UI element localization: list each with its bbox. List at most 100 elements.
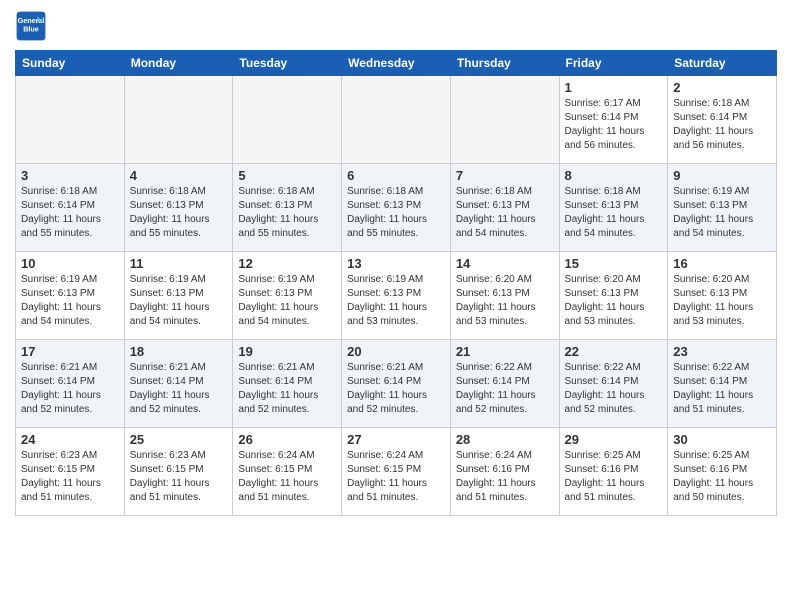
day-number: 28	[456, 432, 554, 447]
day-info: Sunrise: 6:19 AM Sunset: 6:13 PM Dayligh…	[238, 273, 336, 329]
day-info: Sunrise: 6:25 AM Sunset: 6:16 PM Dayligh…	[673, 449, 771, 505]
calendar-cell: 4 Sunrise: 6:18 AM Sunset: 6:13 PM Daylig…	[124, 164, 233, 252]
calendar-week-row: 17 Sunrise: 6:21 AM Sunset: 6:14 PM Dayli…	[16, 340, 777, 428]
day-info: Sunrise: 6:21 AM Sunset: 6:14 PM Dayligh…	[238, 361, 336, 417]
day-info: Sunrise: 6:22 AM Sunset: 6:14 PM Dayligh…	[673, 361, 771, 417]
day-info: Sunrise: 6:24 AM Sunset: 6:15 PM Dayligh…	[347, 449, 445, 505]
calendar-cell	[450, 76, 559, 164]
calendar-cell: 5 Sunrise: 6:18 AM Sunset: 6:13 PM Daylig…	[233, 164, 342, 252]
logo: General Blue	[15, 10, 51, 42]
day-info: Sunrise: 6:18 AM Sunset: 6:14 PM Dayligh…	[673, 97, 771, 153]
calendar-cell: 28 Sunrise: 6:24 AM Sunset: 6:16 PM Dayli…	[450, 428, 559, 516]
calendar-cell: 8Sunrise: 6:18 AM Sunset: 6:13 PM Daylig…	[559, 164, 668, 252]
calendar-week-row: 3 Sunrise: 6:18 AM Sunset: 6:14 PM Daylig…	[16, 164, 777, 252]
calendar-cell: 19 Sunrise: 6:21 AM Sunset: 6:14 PM Dayli…	[233, 340, 342, 428]
weekday-header-cell: Sunday	[16, 51, 125, 76]
day-number: 19	[238, 344, 336, 359]
calendar-page: General Blue SundayMondayTuesdayWednesda…	[0, 0, 792, 612]
day-number: 29	[565, 432, 663, 447]
day-info: Sunrise: 6:18 AM Sunset: 6:13 PM Dayligh…	[130, 185, 228, 241]
calendar-cell: 10 Sunrise: 6:19 AM Sunset: 6:13 PM Dayli…	[16, 252, 125, 340]
weekday-header-cell: Thursday	[450, 51, 559, 76]
day-info: Sunrise: 6:17 AM Sunset: 6:14 PM Dayligh…	[565, 97, 663, 153]
day-info: Sunrise: 6:21 AM Sunset: 6:14 PM Dayligh…	[130, 361, 228, 417]
calendar-cell	[233, 76, 342, 164]
calendar-cell: 3 Sunrise: 6:18 AM Sunset: 6:14 PM Daylig…	[16, 164, 125, 252]
day-number: 14	[456, 256, 554, 271]
day-number: 3	[21, 168, 119, 183]
day-info: Sunrise: 6:19 AM Sunset: 6:13 PM Dayligh…	[130, 273, 228, 329]
calendar-week-row: 1 Sunrise: 6:17 AM Sunset: 6:14 PM Daylig…	[16, 76, 777, 164]
day-info: Sunrise: 6:18 AM Sunset: 6:13 PM Dayligh…	[456, 185, 554, 241]
day-info: Sunrise: 6:23 AM Sunset: 6:15 PM Dayligh…	[130, 449, 228, 505]
day-number: 18	[130, 344, 228, 359]
day-info: Sunrise: 6:19 AM Sunset: 6:13 PM Dayligh…	[347, 273, 445, 329]
calendar-cell: 9Sunrise: 6:19 AM Sunset: 6:13 PM Daylig…	[668, 164, 777, 252]
day-number: 6	[347, 168, 445, 183]
day-number: 15	[565, 256, 663, 271]
day-number: 24	[21, 432, 119, 447]
calendar-cell: 23 Sunrise: 6:22 AM Sunset: 6:14 PM Dayli…	[668, 340, 777, 428]
day-number: 26	[238, 432, 336, 447]
weekday-header-cell: Monday	[124, 51, 233, 76]
day-info: Sunrise: 6:25 AM Sunset: 6:16 PM Dayligh…	[565, 449, 663, 505]
day-number: 16	[673, 256, 771, 271]
calendar-cell: 21 Sunrise: 6:22 AM Sunset: 6:14 PM Dayli…	[450, 340, 559, 428]
day-number: 4	[130, 168, 228, 183]
day-info: Sunrise: 6:24 AM Sunset: 6:16 PM Dayligh…	[456, 449, 554, 505]
calendar-body: 1 Sunrise: 6:17 AM Sunset: 6:14 PM Daylig…	[16, 76, 777, 516]
calendar-cell: 26 Sunrise: 6:24 AM Sunset: 6:15 PM Dayli…	[233, 428, 342, 516]
day-number: 10	[21, 256, 119, 271]
calendar-cell: 18 Sunrise: 6:21 AM Sunset: 6:14 PM Dayli…	[124, 340, 233, 428]
calendar-cell: 1 Sunrise: 6:17 AM Sunset: 6:14 PM Daylig…	[559, 76, 668, 164]
calendar-cell	[124, 76, 233, 164]
calendar-cell: 27 Sunrise: 6:24 AM Sunset: 6:15 PM Dayli…	[342, 428, 451, 516]
day-number: 5	[238, 168, 336, 183]
day-number: 7	[456, 168, 554, 183]
day-info: Sunrise: 6:20 AM Sunset: 6:13 PM Dayligh…	[673, 273, 771, 329]
calendar-cell: 25 Sunrise: 6:23 AM Sunset: 6:15 PM Dayli…	[124, 428, 233, 516]
day-number: 17	[21, 344, 119, 359]
weekday-header-row: SundayMondayTuesdayWednesdayThursdayFrid…	[16, 51, 777, 76]
calendar-cell: 15 Sunrise: 6:20 AM Sunset: 6:13 PM Dayli…	[559, 252, 668, 340]
calendar-cell: 22Sunrise: 6:22 AM Sunset: 6:14 PM Dayli…	[559, 340, 668, 428]
calendar-cell	[16, 76, 125, 164]
day-info: Sunrise: 6:18 AM Sunset: 6:14 PM Dayligh…	[21, 185, 119, 241]
day-info: Sunrise: 6:24 AM Sunset: 6:15 PM Dayligh…	[238, 449, 336, 505]
weekday-header-cell: Saturday	[668, 51, 777, 76]
calendar-cell: 20Sunrise: 6:21 AM Sunset: 6:14 PM Dayli…	[342, 340, 451, 428]
day-info: Sunrise: 6:22 AM Sunset: 6:14 PM Dayligh…	[565, 361, 663, 417]
day-number: 30	[673, 432, 771, 447]
day-number: 21	[456, 344, 554, 359]
day-number: 2	[673, 80, 771, 95]
calendar-cell: 16 Sunrise: 6:20 AM Sunset: 6:13 PM Dayli…	[668, 252, 777, 340]
day-number: 8	[565, 168, 663, 183]
calendar-cell: 7 Sunrise: 6:18 AM Sunset: 6:13 PM Daylig…	[450, 164, 559, 252]
svg-text:Blue: Blue	[23, 25, 39, 34]
calendar-cell: 30 Sunrise: 6:25 AM Sunset: 6:16 PM Dayli…	[668, 428, 777, 516]
header: General Blue	[15, 10, 777, 42]
calendar-cell: 2 Sunrise: 6:18 AM Sunset: 6:14 PM Daylig…	[668, 76, 777, 164]
calendar-cell	[342, 76, 451, 164]
calendar-cell: 13 Sunrise: 6:19 AM Sunset: 6:13 PM Dayli…	[342, 252, 451, 340]
day-info: Sunrise: 6:23 AM Sunset: 6:15 PM Dayligh…	[21, 449, 119, 505]
calendar-cell: 29 Sunrise: 6:25 AM Sunset: 6:16 PM Dayli…	[559, 428, 668, 516]
day-number: 25	[130, 432, 228, 447]
day-info: Sunrise: 6:18 AM Sunset: 6:13 PM Dayligh…	[238, 185, 336, 241]
logo-icon: General Blue	[15, 10, 47, 42]
calendar-cell: 24 Sunrise: 6:23 AM Sunset: 6:15 PM Dayli…	[16, 428, 125, 516]
day-number: 27	[347, 432, 445, 447]
day-number: 23	[673, 344, 771, 359]
calendar-week-row: 10 Sunrise: 6:19 AM Sunset: 6:13 PM Dayli…	[16, 252, 777, 340]
day-number: 12	[238, 256, 336, 271]
day-info: Sunrise: 6:22 AM Sunset: 6:14 PM Dayligh…	[456, 361, 554, 417]
day-number: 13	[347, 256, 445, 271]
calendar-cell: 14 Sunrise: 6:20 AM Sunset: 6:13 PM Dayli…	[450, 252, 559, 340]
day-info: Sunrise: 6:19 AM Sunset: 6:13 PM Dayligh…	[21, 273, 119, 329]
day-number: 1	[565, 80, 663, 95]
calendar-week-row: 24 Sunrise: 6:23 AM Sunset: 6:15 PM Dayli…	[16, 428, 777, 516]
day-info: Sunrise: 6:20 AM Sunset: 6:13 PM Dayligh…	[565, 273, 663, 329]
calendar-cell: 12 Sunrise: 6:19 AM Sunset: 6:13 PM Dayli…	[233, 252, 342, 340]
day-info: Sunrise: 6:20 AM Sunset: 6:13 PM Dayligh…	[456, 273, 554, 329]
day-number: 9	[673, 168, 771, 183]
